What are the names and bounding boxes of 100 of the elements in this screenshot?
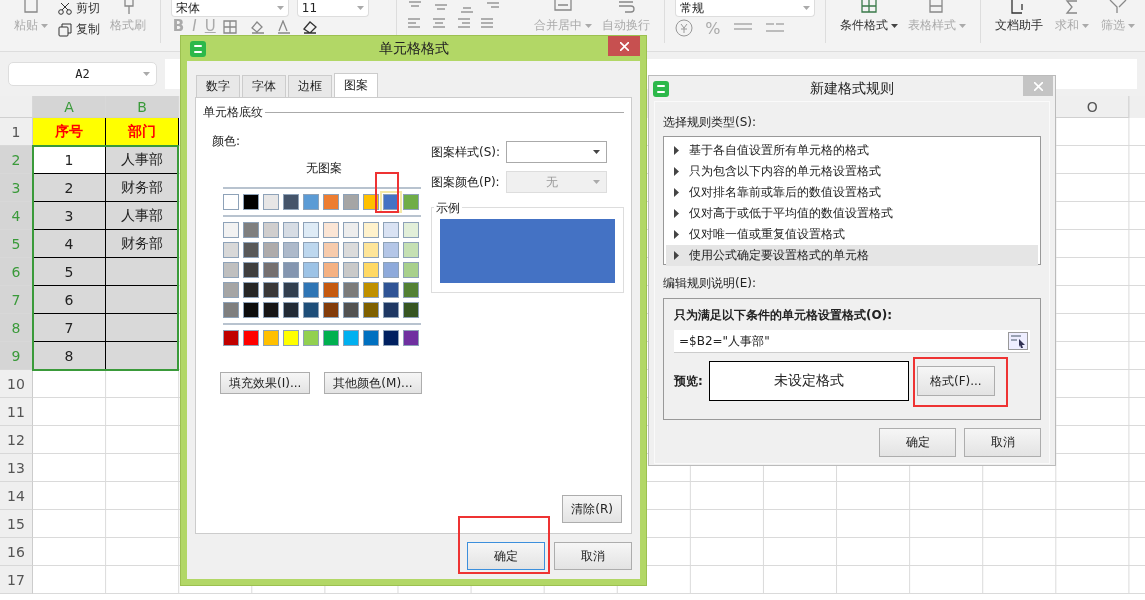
- color-swatch[interactable]: [403, 262, 419, 278]
- cancel-button[interactable]: 取消: [554, 542, 632, 570]
- justify-icon[interactable]: [478, 16, 495, 30]
- cancel-button[interactable]: 取消: [964, 428, 1041, 457]
- color-swatch[interactable]: [343, 282, 359, 298]
- color-swatch[interactable]: [323, 222, 339, 238]
- color-swatch[interactable]: [343, 302, 359, 318]
- color-swatch[interactable]: [403, 194, 419, 210]
- clear-button[interactable]: 清除(R): [562, 495, 622, 523]
- row-header[interactable]: 17: [0, 566, 33, 594]
- align-center-icon[interactable]: [430, 16, 447, 30]
- color-swatch[interactable]: [243, 330, 259, 346]
- color-swatch[interactable]: [223, 282, 239, 298]
- close-button[interactable]: [608, 36, 640, 56]
- color-swatch[interactable]: [363, 262, 379, 278]
- color-swatch[interactable]: [223, 242, 239, 258]
- color-swatch[interactable]: [403, 242, 419, 258]
- color-swatch[interactable]: [383, 282, 399, 298]
- cut-button[interactable]: 剪切: [58, 0, 100, 17]
- color-swatch[interactable]: [243, 194, 259, 210]
- color-swatch[interactable]: [323, 302, 339, 318]
- rule-type-item[interactable]: 使用公式确定要设置格式的单元格: [666, 245, 1038, 266]
- tab[interactable]: 字体: [242, 75, 286, 97]
- color-swatch[interactable]: [323, 330, 339, 346]
- ok-button[interactable]: 确定: [879, 428, 956, 457]
- color-swatch[interactable]: [223, 330, 239, 346]
- tab[interactable]: 图案: [334, 73, 378, 97]
- rule-type-item[interactable]: 仅对排名靠前或靠后的数值设置格式: [666, 182, 1038, 203]
- color-swatch[interactable]: [303, 282, 319, 298]
- more-colors-button[interactable]: 其他颜色(M)...: [324, 372, 422, 394]
- color-swatch[interactable]: [223, 222, 239, 238]
- color-swatch[interactable]: [283, 302, 299, 318]
- color-swatch[interactable]: [363, 330, 379, 346]
- number-format-field[interactable]: 常规: [675, 0, 816, 17]
- color-swatch[interactable]: [263, 262, 279, 278]
- color-swatch[interactable]: [343, 262, 359, 278]
- ok-button[interactable]: 确定: [467, 542, 545, 570]
- color-swatch[interactable]: [343, 194, 359, 210]
- row-header[interactable]: 16: [0, 538, 33, 566]
- color-swatch[interactable]: [323, 282, 339, 298]
- color-swatch[interactable]: [243, 302, 259, 318]
- color-swatch[interactable]: [223, 302, 239, 318]
- color-swatch[interactable]: [223, 194, 239, 210]
- ribbon-button[interactable]: 条件格式: [836, 0, 903, 34]
- color-swatch[interactable]: [283, 194, 299, 210]
- select-all-corner[interactable]: [0, 96, 33, 118]
- color-swatch[interactable]: [383, 262, 399, 278]
- color-swatch[interactable]: [303, 330, 319, 346]
- column-header[interactable]: O: [1056, 96, 1130, 118]
- formula-field[interactable]: =$B2="人事部": [674, 330, 1030, 353]
- color-swatch[interactable]: [403, 330, 419, 346]
- color-swatch[interactable]: [283, 282, 299, 298]
- color-swatch[interactable]: [403, 282, 419, 298]
- color-swatch[interactable]: [263, 242, 279, 258]
- format-button[interactable]: 格式(F)...: [916, 366, 995, 396]
- color-swatch[interactable]: [283, 242, 299, 258]
- no-pattern-option[interactable]: 无图案: [306, 161, 342, 175]
- row-header[interactable]: 1: [0, 118, 33, 146]
- color-swatch[interactable]: [263, 282, 279, 298]
- color-swatch[interactable]: [223, 262, 239, 278]
- color-swatch[interactable]: [263, 302, 279, 318]
- color-swatch[interactable]: [323, 194, 339, 210]
- color-swatch[interactable]: [263, 222, 279, 238]
- fill-effects-button[interactable]: 填充效果(I)...: [220, 372, 311, 394]
- color-swatch[interactable]: [323, 242, 339, 258]
- color-swatch[interactable]: [303, 242, 319, 258]
- color-swatch[interactable]: [303, 222, 319, 238]
- row-header[interactable]: 11: [0, 398, 33, 426]
- color-swatch[interactable]: [363, 282, 379, 298]
- align-left-icon[interactable]: [406, 16, 423, 30]
- color-swatch[interactable]: [243, 222, 259, 238]
- color-swatch[interactable]: [303, 302, 319, 318]
- color-swatch[interactable]: [343, 330, 359, 346]
- currency-icon[interactable]: [675, 19, 694, 37]
- tab[interactable]: 边框: [288, 75, 332, 97]
- rule-type-item[interactable]: 只为包含以下内容的单元格设置格式: [666, 161, 1038, 182]
- color-swatch[interactable]: [303, 194, 319, 210]
- color-swatch[interactable]: [383, 222, 399, 238]
- row-header[interactable]: 12: [0, 426, 33, 454]
- color-swatch[interactable]: [363, 222, 379, 238]
- color-swatch[interactable]: [403, 302, 419, 318]
- rule-type-item[interactable]: 仅对高于或低于平均值的数值设置格式: [666, 203, 1038, 224]
- color-swatch[interactable]: [383, 302, 399, 318]
- rule-type-item[interactable]: 基于各自值设置所有单元格的格式: [666, 140, 1038, 161]
- color-swatch[interactable]: [243, 242, 259, 258]
- color-swatch[interactable]: [303, 262, 319, 278]
- color-swatch[interactable]: [263, 330, 279, 346]
- row-header[interactable]: 13: [0, 454, 33, 482]
- color-swatch[interactable]: [243, 282, 259, 298]
- color-swatch[interactable]: [343, 222, 359, 238]
- pattern-style-dropdown[interactable]: [506, 141, 608, 163]
- color-swatch[interactable]: [343, 242, 359, 258]
- font-name-field[interactable]: 宋体: [170, 0, 289, 17]
- color-swatch[interactable]: [263, 194, 279, 210]
- color-swatch[interactable]: [363, 242, 379, 258]
- name-box[interactable]: A2: [8, 62, 157, 86]
- rule-type-item[interactable]: 仅对唯一值或重复值设置格式: [666, 224, 1038, 245]
- row-header[interactable]: 15: [0, 510, 33, 538]
- ribbon-button[interactable]: 文档助手: [991, 0, 1047, 34]
- color-swatch[interactable]: [283, 262, 299, 278]
